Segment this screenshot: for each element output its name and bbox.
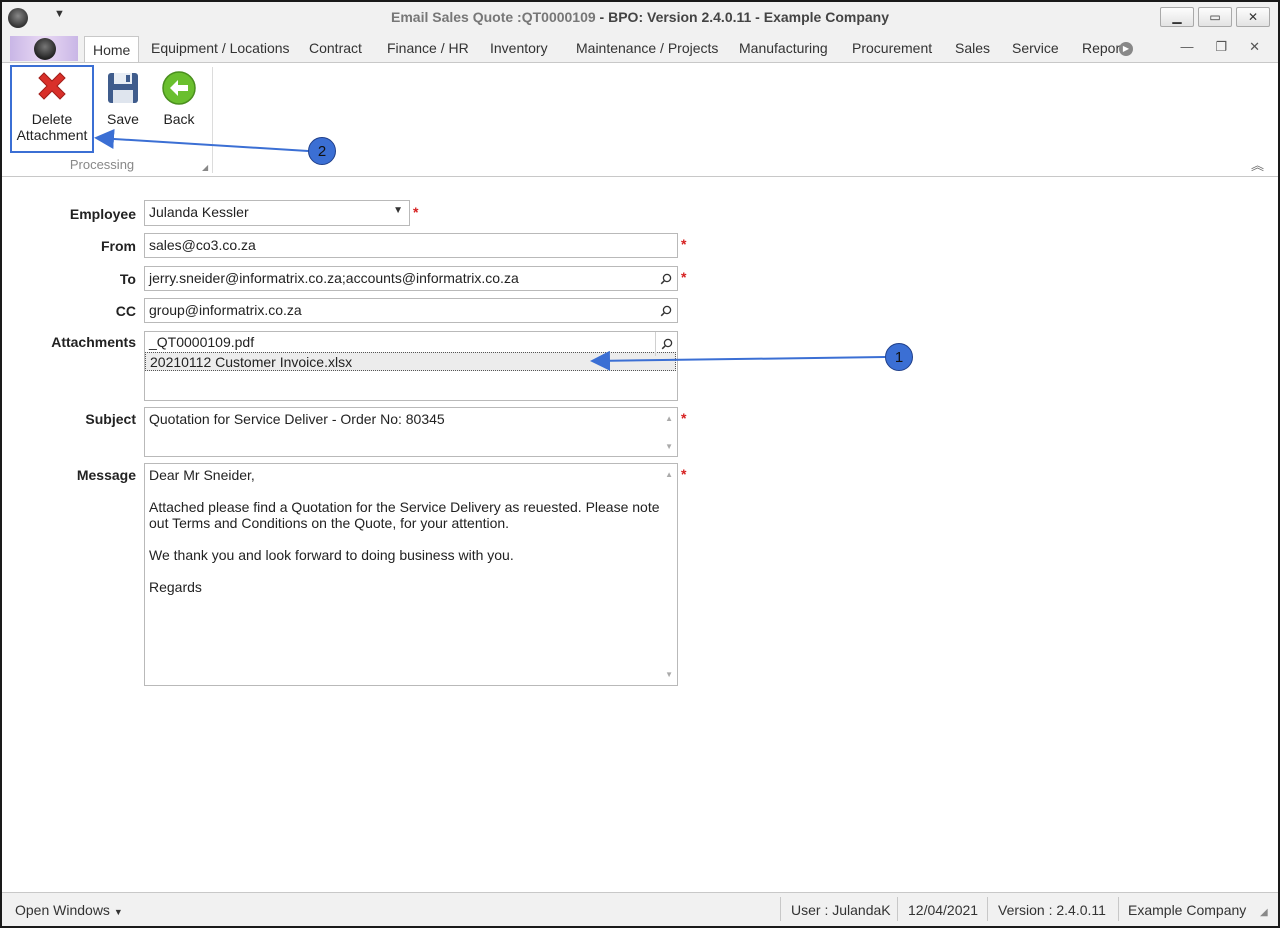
open-windows-label: Open Windows	[15, 902, 110, 918]
status-user: User : JulandaK	[791, 902, 891, 918]
callout-arrows	[94, 129, 886, 371]
status-separator	[780, 897, 781, 921]
chevron-down-icon: ▼	[113, 907, 123, 917]
status-separator	[897, 897, 898, 921]
status-separator	[1118, 897, 1119, 921]
callout-badge-1: 1	[885, 343, 913, 371]
app-window: ▼ Email Sales Quote :QT0000109 - BPO: Ve…	[0, 0, 1280, 928]
status-version: Version : 2.4.0.11	[998, 902, 1106, 918]
open-windows-menu[interactable]: Open Windows ▼	[15, 902, 123, 918]
status-date: 12/04/2021	[908, 902, 979, 918]
status-bar: Open Windows ▼ User : JulandaK 12/04/202…	[2, 892, 1278, 926]
status-separator	[987, 897, 988, 921]
status-company: Example Company	[1128, 902, 1247, 918]
callout-1-arrow	[590, 350, 886, 371]
callout-2-arrow	[94, 129, 309, 152]
resize-grip-icon[interactable]: ◢	[1260, 907, 1268, 918]
callout-badge-2: 2	[308, 137, 336, 165]
